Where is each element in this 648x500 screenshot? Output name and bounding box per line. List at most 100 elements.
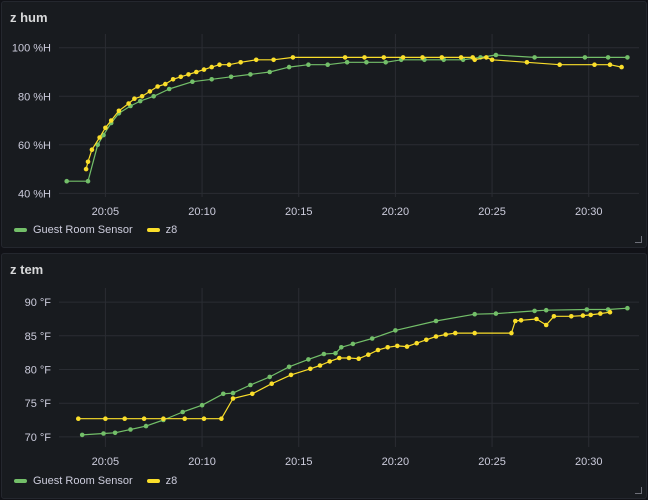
data-point[interactable]: [414, 340, 420, 346]
data-point[interactable]: [151, 94, 156, 99]
data-point[interactable]: [325, 62, 331, 67]
legend-item-z8[interactable]: z8: [146, 475, 177, 487]
data-point[interactable]: [439, 55, 445, 60]
data-point[interactable]: [598, 311, 603, 316]
data-point[interactable]: [356, 356, 362, 361]
data-point[interactable]: [333, 351, 338, 356]
data-point[interactable]: [108, 118, 114, 123]
data-point[interactable]: [137, 98, 143, 104]
data-point[interactable]: [524, 60, 530, 65]
data-point[interactable]: [619, 64, 624, 70]
data-point[interactable]: [534, 316, 539, 322]
data-point[interactable]: [543, 322, 549, 328]
data-point[interactable]: [190, 79, 195, 84]
data-point[interactable]: [532, 308, 537, 314]
data-point[interactable]: [569, 314, 574, 319]
data-point[interactable]: [116, 108, 122, 114]
data-point[interactable]: [248, 72, 253, 77]
data-point[interactable]: [605, 55, 611, 60]
data-point[interactable]: [128, 427, 133, 432]
legend-item-guest-room-sensor[interactable]: Guest Room Sensor: [14, 224, 133, 236]
data-point[interactable]: [393, 328, 398, 333]
data-point[interactable]: [308, 366, 313, 372]
data-point[interactable]: [182, 416, 187, 421]
data-point[interactable]: [201, 67, 207, 72]
data-point[interactable]: [472, 57, 478, 63]
data-point[interactable]: [178, 74, 184, 80]
data-point[interactable]: [424, 337, 429, 343]
data-point[interactable]: [147, 89, 153, 94]
data-point[interactable]: [103, 416, 108, 421]
data-point[interactable]: [126, 101, 131, 106]
data-point[interactable]: [226, 62, 232, 67]
data-point[interactable]: [472, 311, 478, 317]
data-point[interactable]: [306, 62, 311, 67]
data-point[interactable]: [161, 416, 166, 421]
data-point[interactable]: [85, 159, 91, 165]
data-point[interactable]: [201, 416, 207, 421]
data-point[interactable]: [342, 55, 348, 60]
data-point[interactable]: [557, 62, 562, 67]
data-point[interactable]: [344, 60, 350, 65]
data-point[interactable]: [79, 432, 85, 438]
data-point[interactable]: [362, 55, 367, 60]
data-point[interactable]: [166, 86, 172, 92]
data-point[interactable]: [180, 409, 185, 415]
data-point[interactable]: [286, 64, 292, 70]
resize-handle[interactable]: [635, 236, 642, 243]
data-point[interactable]: [518, 318, 524, 323]
data-point[interactable]: [163, 81, 168, 87]
data-point[interactable]: [112, 430, 118, 436]
series-line-z8[interactable]: [85, 56, 622, 170]
legend-item-guest-room-sensor[interactable]: Guest Room Sensor: [14, 475, 133, 487]
data-point[interactable]: [580, 313, 586, 318]
data-point[interactable]: [337, 355, 342, 361]
data-point[interactable]: [248, 382, 253, 388]
data-point[interactable]: [250, 391, 255, 397]
data-point[interactable]: [288, 372, 294, 378]
data-point[interactable]: [607, 62, 613, 67]
data-point[interactable]: [170, 77, 176, 82]
data-point[interactable]: [607, 309, 613, 315]
data-point[interactable]: [383, 60, 389, 65]
data-point[interactable]: [217, 62, 222, 67]
data-point[interactable]: [85, 178, 91, 184]
data-point[interactable]: [509, 330, 514, 336]
data-point[interactable]: [122, 416, 127, 421]
data-point[interactable]: [513, 318, 518, 324]
data-point[interactable]: [228, 74, 234, 80]
data-point[interactable]: [269, 381, 275, 386]
data-point[interactable]: [484, 55, 489, 60]
data-point[interactable]: [364, 60, 369, 65]
data-point[interactable]: [267, 69, 273, 75]
data-point[interactable]: [582, 55, 588, 60]
data-point[interactable]: [221, 391, 226, 397]
data-point[interactable]: [400, 55, 406, 60]
data-point[interactable]: [458, 55, 464, 60]
data-point[interactable]: [199, 402, 205, 408]
data-point[interactable]: [584, 307, 590, 312]
data-point[interactable]: [472, 330, 478, 336]
data-point[interactable]: [83, 166, 89, 172]
data-point[interactable]: [155, 84, 160, 89]
data-point[interactable]: [385, 345, 391, 350]
series-line-guest-room-sensor[interactable]: [66, 54, 628, 182]
data-point[interactable]: [339, 345, 344, 350]
data-point[interactable]: [443, 332, 449, 337]
data-point[interactable]: [253, 57, 259, 63]
data-point[interactable]: [141, 416, 147, 421]
data-point[interactable]: [286, 364, 292, 370]
data-point[interactable]: [219, 416, 224, 421]
legend-item-z8[interactable]: z8: [146, 224, 177, 236]
data-point[interactable]: [64, 178, 69, 184]
data-point[interactable]: [139, 94, 145, 99]
data-point[interactable]: [625, 305, 630, 311]
data-point[interactable]: [493, 311, 499, 316]
data-point[interactable]: [350, 341, 356, 347]
data-point[interactable]: [489, 57, 495, 63]
data-point[interactable]: [404, 344, 410, 349]
data-point[interactable]: [592, 62, 597, 67]
data-point[interactable]: [493, 52, 499, 58]
data-point[interactable]: [625, 55, 630, 60]
data-point[interactable]: [317, 363, 323, 368]
